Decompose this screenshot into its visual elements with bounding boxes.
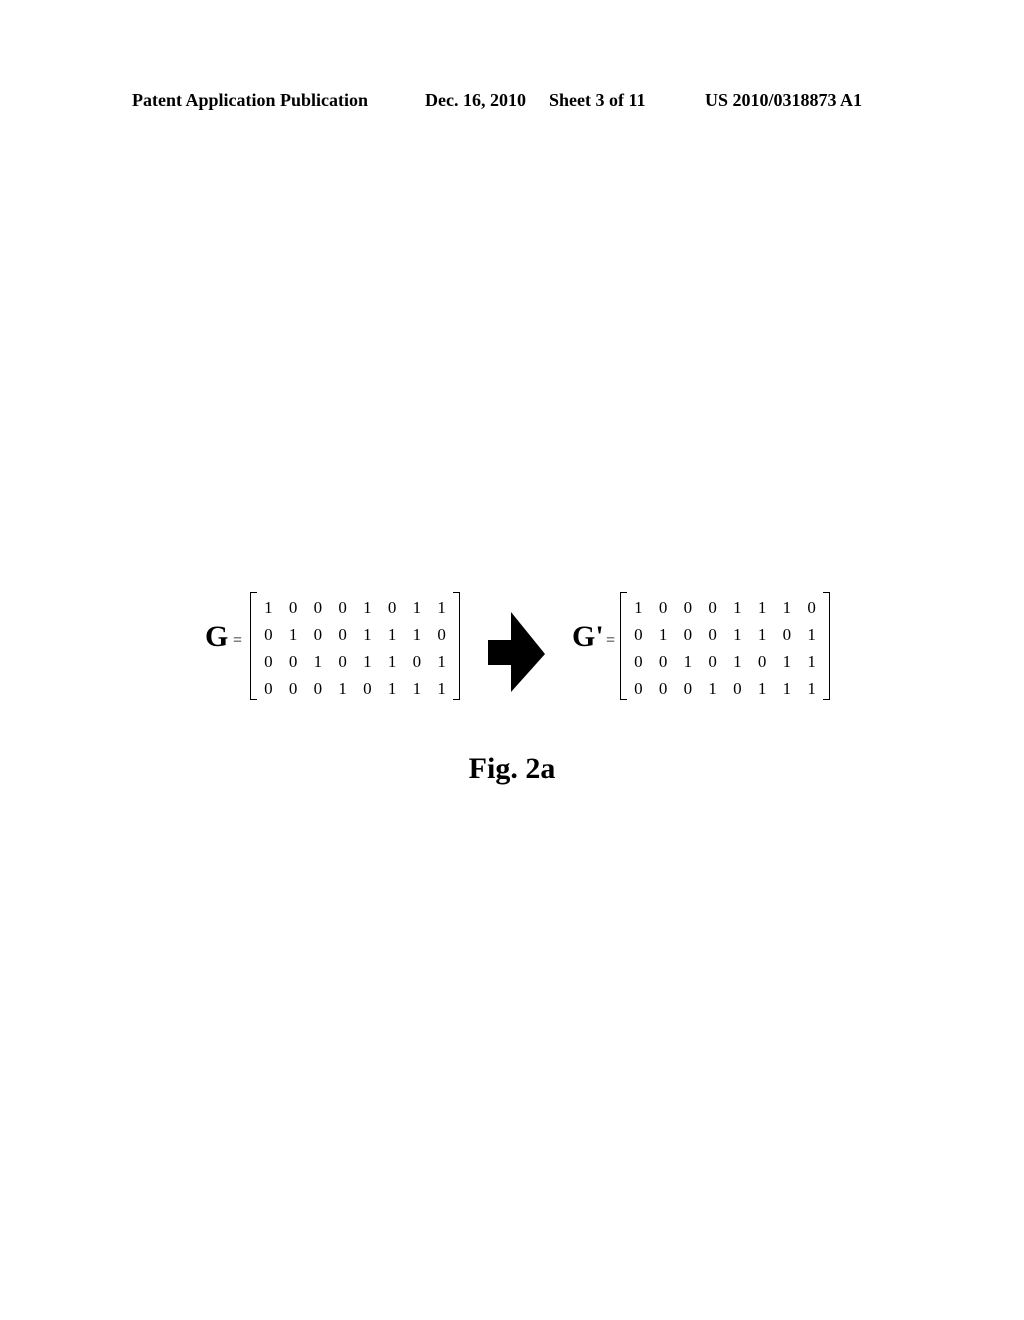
matrix-cell: 1 <box>313 652 323 671</box>
matrix-cell: 0 <box>264 652 273 671</box>
matrix-cell: 0 <box>782 625 792 644</box>
matrix-cell: 0 <box>757 652 767 671</box>
matrix-g-label: G <box>205 620 229 653</box>
matrix-cell: 0 <box>313 679 323 698</box>
matrix-g-prime: G' = 10001110010011010010101100010111 <box>572 592 837 702</box>
matrix-cell: 1 <box>757 625 767 644</box>
matrix-cell: 1 <box>757 598 767 617</box>
matrix-cell: 1 <box>437 679 446 698</box>
matrix-cell: 1 <box>387 625 397 644</box>
matrix-cell: 1 <box>658 625 668 644</box>
right-bracket <box>823 592 830 700</box>
matrix-g: G = 10001011010011100010110100010111 <box>205 592 465 702</box>
matrix-cell: 0 <box>634 625 643 644</box>
matrix-cell: 0 <box>338 625 347 644</box>
matrix-g-prime-equals: = <box>606 632 616 649</box>
matrix-cell: 0 <box>363 679 372 698</box>
right-arrow-icon <box>488 612 545 692</box>
arrow-shape <box>488 612 545 692</box>
matrix-cell: 0 <box>412 652 422 671</box>
matrix-cell: 0 <box>634 679 643 698</box>
matrix-cell: 1 <box>387 652 397 671</box>
matrix-cell: 1 <box>363 598 372 617</box>
matrix-cell: 0 <box>683 679 693 698</box>
matrix-cell: 0 <box>733 679 742 698</box>
matrix-cell: 1 <box>634 598 643 617</box>
matrix-g-brackets: 10001011010011100010110100010111 <box>250 592 460 700</box>
matrix-cell: 0 <box>683 625 693 644</box>
matrix-cell: 1 <box>733 652 742 671</box>
matrix-cell: 0 <box>264 625 273 644</box>
matrix-cell: 0 <box>338 598 347 617</box>
matrix-g-prime-grid: 10001110010011010010101100010111 <box>626 594 824 702</box>
matrix-g-prime-brackets: 10001110010011010010101100010111 <box>620 592 830 700</box>
matrix-cell: 0 <box>437 625 446 644</box>
matrix-g-equals: = <box>233 632 243 649</box>
patent-number: US 2010/0318873 A1 <box>705 90 863 110</box>
matrix-cell: 1 <box>412 679 422 698</box>
matrix-cell: 0 <box>288 598 298 617</box>
matrix-cell: 0 <box>683 598 693 617</box>
matrix-cell: 0 <box>387 598 397 617</box>
publication-type: Patent Application Publication <box>132 90 369 110</box>
matrix-cell: 0 <box>658 598 668 617</box>
matrix-cell: 1 <box>782 598 792 617</box>
matrix-cell: 0 <box>264 679 273 698</box>
matrix-cell: 1 <box>708 679 717 698</box>
matrix-cell: 1 <box>264 598 273 617</box>
matrix-cell: 1 <box>733 598 742 617</box>
matrix-cell: 0 <box>708 625 717 644</box>
matrix-g-prime-label: G' <box>572 620 604 653</box>
matrix-cell: 1 <box>807 679 816 698</box>
matrix-cell: 1 <box>757 679 767 698</box>
figure-caption: Fig. 2a <box>468 752 556 785</box>
right-bracket <box>453 592 460 700</box>
matrix-cell: 0 <box>807 598 816 617</box>
matrix-cell: 0 <box>708 652 717 671</box>
matrix-cell: 1 <box>437 652 446 671</box>
matrix-cell: 1 <box>807 625 816 644</box>
matrix-cell: 1 <box>412 625 422 644</box>
matrix-cell: 0 <box>658 679 668 698</box>
matrix-cell: 1 <box>782 679 792 698</box>
sheet-number: Sheet 3 of 11 <box>549 90 646 110</box>
matrix-cell: 0 <box>658 652 668 671</box>
matrix-cell: 0 <box>313 625 323 644</box>
matrix-g-grid: 10001011010011100010110100010111 <box>256 594 454 702</box>
matrix-cell: 1 <box>412 598 422 617</box>
matrix-cell: 0 <box>338 652 347 671</box>
matrix-cell: 0 <box>313 598 323 617</box>
matrix-cell: 1 <box>733 625 742 644</box>
matrix-cell: 0 <box>708 598 717 617</box>
matrix-cell: 1 <box>807 652 816 671</box>
matrix-cell: 0 <box>288 652 298 671</box>
matrix-cell: 1 <box>782 652 792 671</box>
matrix-cell: 1 <box>363 625 372 644</box>
matrix-cell: 1 <box>338 679 347 698</box>
matrix-cell: 0 <box>288 679 298 698</box>
matrix-cell: 1 <box>683 652 693 671</box>
matrix-cell: 1 <box>437 598 446 617</box>
matrix-cell: 1 <box>363 652 372 671</box>
matrix-cell: 0 <box>634 652 643 671</box>
matrix-cell: 1 <box>288 625 298 644</box>
patent-header: Patent Application Publication Dec. 16, … <box>0 88 1024 116</box>
matrix-cell: 1 <box>387 679 397 698</box>
publication-date: Dec. 16, 2010 <box>425 90 526 110</box>
